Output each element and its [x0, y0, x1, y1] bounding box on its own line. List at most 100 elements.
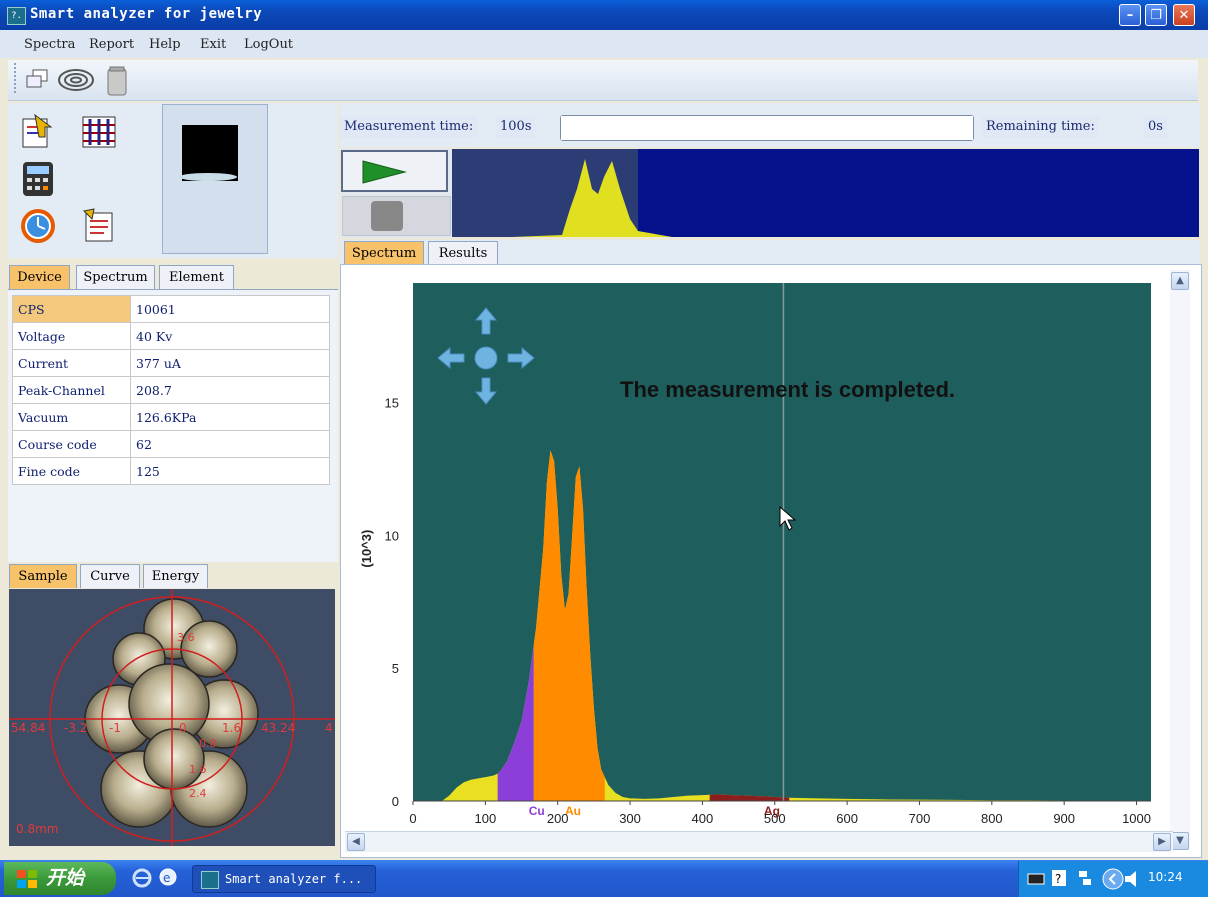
pan-control[interactable] — [436, 306, 536, 406]
pan-up-icon — [474, 307, 498, 335]
device-table: CPS 10061 Voltage 40 Kv Current 377 uA Peak… — [12, 295, 330, 485]
row-value: 40 Kv — [130, 322, 330, 350]
minimize-button[interactable]: – — [1119, 4, 1141, 26]
desktop-quicklaunch-icon[interactable]: e — [158, 867, 178, 887]
row-value: 377 uA — [130, 349, 330, 377]
scroll-up-button[interactable]: ▲ — [1171, 272, 1189, 290]
keyboard-icon[interactable] — [1027, 873, 1045, 885]
vertical-scrollbar[interactable]: ▲ ▼ — [1170, 270, 1190, 850]
app-icon: ?. — [7, 7, 26, 25]
pan-left-icon — [437, 346, 465, 370]
row-key: CPS — [12, 295, 131, 323]
grid-chart-icon[interactable] — [80, 113, 118, 151]
mouse-cursor-icon — [779, 506, 796, 531]
help-tray-icon[interactable]: ? — [1051, 869, 1067, 887]
mini-spectrum — [452, 149, 1199, 237]
row-value: 10061 — [130, 295, 330, 323]
tab-energy[interactable]: Energy — [143, 564, 208, 588]
table-row[interactable]: Fine code 125 — [12, 457, 330, 485]
status-message: The measurement is completed. — [620, 377, 955, 402]
sample-image — [9, 589, 335, 846]
stop-icon — [371, 201, 403, 231]
menu-logout[interactable]: LogOut — [244, 37, 293, 52]
volume-tray-icon[interactable] — [1123, 869, 1145, 889]
row-value: 62 — [130, 430, 330, 458]
stop-button[interactable] — [342, 196, 451, 236]
sample-axis-label: 43.24 — [261, 721, 296, 735]
taskbar-clock: 10:24 — [1148, 870, 1183, 884]
scroll-left-button[interactable]: ◀ — [347, 833, 365, 851]
x-tick-label: 700 — [909, 811, 931, 826]
menu-spectra[interactable]: Spectra — [24, 37, 75, 52]
table-row[interactable]: Course code 62 — [12, 430, 330, 458]
mini-spectrum-plot — [452, 149, 672, 237]
close-button[interactable]: ✕ — [1173, 4, 1195, 26]
tab-device[interactable]: Device — [9, 265, 70, 289]
ie-quicklaunch-icon[interactable] — [132, 868, 152, 888]
sample-axis-label: 0.8 — [199, 737, 217, 750]
menu-help[interactable]: Help — [149, 37, 181, 52]
sample-axis-label: 1.6 — [189, 763, 207, 776]
windows-logo-icon — [17, 870, 37, 888]
scale-label: 0.8mm — [16, 822, 59, 836]
x-tick-label: 300 — [619, 811, 641, 826]
taskbar-app-button[interactable]: Smart analyzer f... — [192, 865, 376, 893]
element-label-cu: Cu — [529, 804, 545, 818]
measurement-time-label: Measurement time: — [340, 116, 478, 138]
y-tick-label: 15 — [385, 396, 399, 411]
menu-bar: Spectra Report Help Exit LogOut — [0, 30, 1208, 58]
container-icon[interactable] — [104, 65, 130, 97]
row-key: Fine code — [12, 457, 131, 485]
row-value: 208.7 — [130, 376, 330, 404]
restore-button[interactable]: ❐ — [1145, 4, 1167, 26]
start-menu-button[interactable]: 开始 — [4, 862, 116, 895]
row-value: 125 — [130, 457, 330, 485]
horizontal-scrollbar[interactable]: ◀ ▶ — [345, 831, 1173, 852]
sample-axis-label: 54.84 — [11, 721, 46, 735]
menu-report[interactable]: Report — [89, 37, 134, 52]
preview-sample-disc — [179, 173, 237, 181]
row-key: Voltage — [12, 322, 131, 350]
y-tick-label: 10 — [385, 528, 399, 543]
play-icon — [362, 160, 407, 184]
row-key: Peak-Channel — [12, 376, 131, 404]
remaining-time-label: Remaining time: — [982, 116, 1099, 138]
table-row[interactable]: Vacuum 126.6KPa — [12, 403, 330, 431]
tab-sample[interactable]: Sample — [9, 564, 77, 588]
scroll-down-button[interactable]: ▼ — [1171, 832, 1189, 850]
scroll-right-button[interactable]: ▶ — [1153, 833, 1171, 851]
sample-axis-label: 3.6 — [177, 631, 195, 644]
x-tick-label: 200 — [547, 811, 569, 826]
taskbar-app-icon — [201, 870, 219, 889]
network-tray-icon[interactable] — [1077, 869, 1093, 889]
tab-spectrum[interactable]: Spectrum — [344, 241, 424, 265]
svg-text:?: ? — [1055, 872, 1061, 886]
report-doc-icon[interactable] — [17, 113, 55, 151]
sample-camera-view[interactable]: 54.84 -3.2 -1 0 1.6 43.24 4 3.6 0.8 1.6 … — [9, 589, 335, 846]
row-key: Course code — [12, 430, 131, 458]
tab-spectrum-info[interactable]: Spectrum — [76, 265, 155, 289]
notes-icon[interactable] — [80, 207, 118, 245]
x-tick-label: 100 — [475, 811, 497, 826]
title-bar[interactable]: ?. Smart analyzer for jewelry – ❐ ✕ — [0, 0, 1208, 30]
windows-icon[interactable] — [24, 68, 50, 90]
table-row[interactable]: Current 377 uA — [12, 349, 330, 377]
table-row[interactable]: CPS 10061 — [12, 295, 330, 323]
table-row[interactable]: Voltage 40 Kv — [12, 322, 330, 350]
rings-icon[interactable] — [57, 67, 97, 93]
tray-expand-icon[interactable] — [1101, 867, 1125, 891]
row-key: Vacuum — [12, 403, 131, 431]
start-button[interactable] — [341, 150, 448, 192]
sample-axis-label: 0 — [179, 721, 187, 735]
clock-icon[interactable] — [19, 207, 57, 245]
tab-results[interactable]: Results — [428, 241, 498, 265]
table-row[interactable]: Peak-Channel 208.7 — [12, 376, 330, 404]
remaining-time-value: 0s — [1144, 116, 1167, 138]
calculator-icon[interactable] — [19, 160, 57, 198]
tab-curve[interactable]: Curve — [80, 564, 140, 588]
x-tick-label: 800 — [981, 811, 1003, 826]
x-tick-label: 400 — [692, 811, 714, 826]
tab-element[interactable]: Element — [159, 265, 234, 289]
toolbar-grip — [14, 63, 22, 93]
menu-exit[interactable]: Exit — [200, 37, 226, 52]
